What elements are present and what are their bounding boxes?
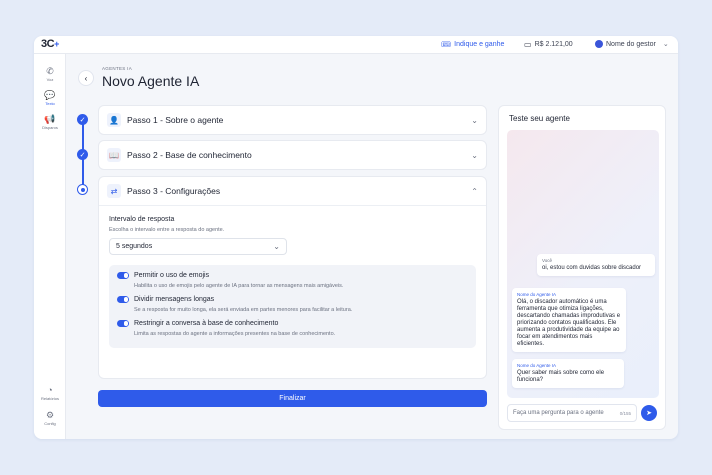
book-icon: 📖 (107, 148, 121, 162)
step-3-body: Intervalo de resposta Escolha o interval… (99, 206, 486, 356)
sidebar: ✆ Voz 💬 Texto 📢 Disparos ◔ Relatórios ⚙ … (34, 54, 66, 439)
step-2-card: 📖 Passo 2 - Base de conhecimento ⌄ (98, 140, 487, 170)
chevron-down-icon: ⌄ (471, 150, 478, 160)
swap-icon: ⇄ (107, 184, 121, 198)
sidebar-item-relatorios[interactable]: ◔ Relatórios (34, 385, 66, 401)
avatar (595, 40, 603, 48)
ticket-icon: 🎟 (441, 40, 452, 49)
finalize-button[interactable]: Finalizar (98, 390, 487, 407)
chevron-down-icon: ⌄ (273, 242, 280, 251)
restrict-knowledge-toggle[interactable] (117, 320, 129, 327)
sidebar-item-voz[interactable]: ✆ Voz (34, 66, 66, 82)
sidebar-item-texto[interactable]: 💬 Texto (34, 90, 66, 106)
interval-label: Intervalo de resposta (109, 216, 175, 223)
chevron-left-icon: ‹ (84, 73, 88, 83)
message-agent: Nome do Agente IA Olá, o discador automá… (512, 288, 626, 352)
brand-logo[interactable]: 3C+ (41, 38, 59, 50)
send-icon: ➤ (646, 410, 652, 417)
step-3-current-icon (77, 184, 88, 195)
chevron-down-icon: ⌄ (662, 41, 669, 48)
message-user: Você oi, estou com duvidas sobre discado… (537, 254, 655, 276)
options-panel: Permitir o uso de emojis Habilita o uso … (109, 265, 476, 348)
message-agent: Nome do Agente IA Quer saber mais sobre … (512, 359, 624, 388)
user-icon: 👤 (107, 113, 121, 127)
option-split-messages: Dividir mensagens longas Se a resposta f… (117, 296, 468, 313)
step-1-header[interactable]: 👤 Passo 1 - Sobre o agente ⌄ (99, 106, 486, 134)
megaphone-icon: 📢 (44, 114, 56, 124)
step-1-check-icon: ✓ (77, 114, 88, 125)
wallet-icon: ▭ (524, 40, 532, 49)
interval-select[interactable]: 5 segundos ⌄ (109, 238, 287, 255)
test-agent-panel: Teste seu agente Você oi, estou com duvi… (498, 105, 666, 430)
indique-e-ganhe-link[interactable]: 🎟 Indique e ganhe (441, 40, 504, 49)
send-button[interactable]: ➤ (641, 405, 657, 421)
app-window: 3C+ 🎟 Indique e ganhe ▭ R$ 2.121,00 Nome… (34, 36, 678, 439)
interval-hint: Escolha o intervalo entre a resposta do … (109, 227, 225, 233)
breadcrumb: AGENTES IA (102, 66, 133, 71)
back-button[interactable]: ‹ (78, 70, 94, 86)
option-restrict-knowledge: Restringir a conversa à base de conhecim… (117, 320, 468, 337)
step-3-header[interactable]: ⇄ Passo 3 - Configurações ⌃ (99, 177, 486, 205)
chat-icon: 💬 (44, 90, 56, 100)
step-1-card: 👤 Passo 1 - Sobre o agente ⌄ (98, 105, 487, 135)
balance-display[interactable]: ▭ R$ 2.121,00 (524, 40, 573, 49)
sidebar-item-config[interactable]: ⚙ Config (34, 410, 66, 426)
chat-messages[interactable]: Você oi, estou com duvidas sobre discado… (507, 130, 659, 398)
emojis-toggle[interactable] (117, 272, 129, 279)
chevron-up-icon: ⌃ (471, 186, 478, 196)
step-2-header[interactable]: 📖 Passo 2 - Base de conhecimento ⌄ (99, 141, 486, 169)
chat-input[interactable]: Faça uma pergunta para o agente 0/155 (507, 404, 637, 422)
gear-icon: ⚙ (45, 410, 55, 420)
char-counter: 0/155 (619, 410, 631, 416)
top-bar: 3C+ 🎟 Indique e ganhe ▭ R$ 2.121,00 Nome… (34, 36, 678, 54)
step-3-card: ⇄ Passo 3 - Configurações ⌃ Intervalo de… (98, 176, 487, 379)
user-menu[interactable]: Nome do gestor ⌄ (595, 40, 669, 48)
phone-icon: ✆ (46, 66, 54, 76)
sidebar-item-disparos[interactable]: 📢 Disparos (34, 114, 66, 130)
page-title: Novo Agente IA (102, 73, 200, 89)
option-emojis: Permitir o uso de emojis Habilita o uso … (117, 272, 468, 289)
chart-icon: ◔ (47, 385, 53, 395)
split-messages-toggle[interactable] (117, 296, 129, 303)
step-2-check-icon: ✓ (77, 149, 88, 160)
chat-title: Teste seu agente (509, 114, 570, 123)
chevron-down-icon: ⌄ (471, 115, 478, 125)
